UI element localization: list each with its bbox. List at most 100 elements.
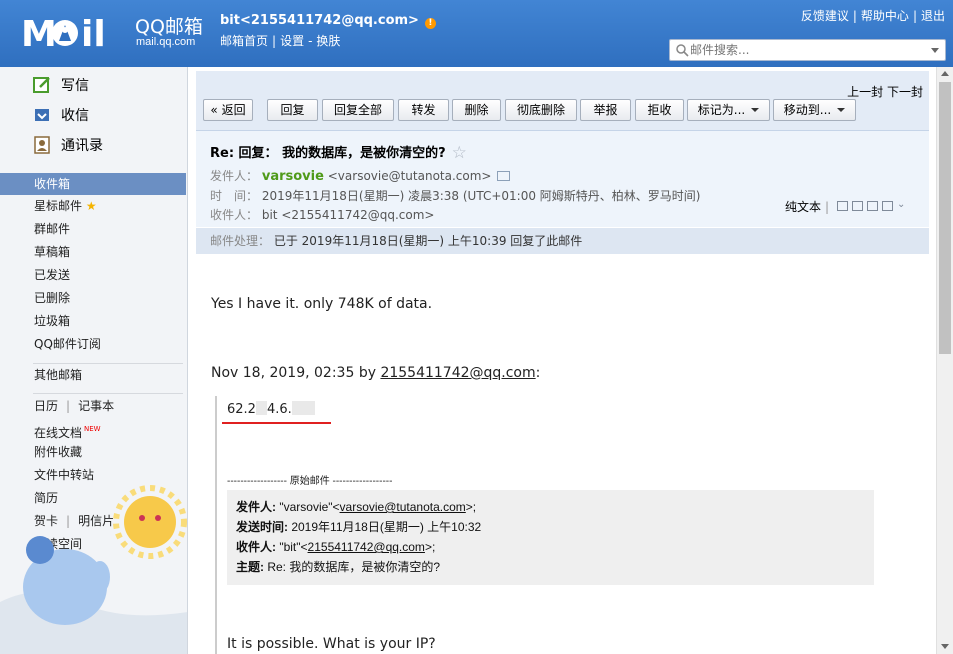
settings-link[interactable]: 设置 (280, 34, 304, 48)
search-input[interactable] (690, 42, 920, 58)
process-label: 邮件处理： (210, 234, 271, 248)
orig-from-label: 发件人: (236, 500, 276, 514)
redaction-mark (291, 401, 315, 415)
orig-to-pre: "bit"< (276, 540, 308, 554)
save-icon[interactable] (867, 201, 878, 211)
feedback-link[interactable]: 反馈建议 (801, 9, 849, 23)
folder-spam[interactable]: 垃圾箱 (34, 312, 70, 330)
ip-address: 62.2 4.6. (227, 401, 315, 417)
orig-subject-value: Re: 我的数据库，是被你清空的? (264, 560, 441, 574)
to-value[interactable]: bit <2155411742@qq.com> (262, 208, 435, 222)
new-window-icon[interactable] (837, 201, 848, 211)
ip-part-2: 4.6. (266, 402, 292, 417)
body-line-3: It is possible. What is your IP? (227, 636, 436, 652)
folder-group[interactable]: 群邮件 (34, 220, 70, 238)
mail-toolbar: 上一封 下一封 « 返回 回复 回复全部 转发 删除 彻底删除 举报 拒收 标记… (196, 71, 929, 130)
body-line-2: Nov 18, 2019, 02:35 by 2155411742@qq.com… (211, 365, 540, 381)
dropdown-arrow-icon (837, 108, 846, 112)
folder-inbox[interactable]: 收件箱 (0, 173, 186, 195)
reply-email-link[interactable]: 2155411742@qq.com (380, 365, 535, 381)
contacts-button[interactable]: 通讯录 (33, 134, 103, 156)
folder-deleted[interactable]: 已删除 (34, 289, 70, 307)
folder-drafts[interactable]: 草稿箱 (34, 243, 70, 261)
compose-button[interactable]: 写信 (33, 74, 89, 96)
folder-starred-label: 星标邮件 (34, 199, 83, 213)
mark-as-label: 标记为... (697, 103, 746, 117)
report-button[interactable]: 举报 (580, 99, 631, 121)
from-label: 发件人： (210, 169, 259, 183)
to-label: 收件人： (210, 208, 259, 222)
scrollbar[interactable] (936, 67, 953, 654)
mail-actions: ⌄ (837, 200, 909, 211)
docs-link[interactable]: 在线文档 NEW (34, 420, 101, 440)
reply-button[interactable]: 回复 (267, 99, 318, 121)
user-address[interactable]: bit<2155411742@qq.com> (220, 13, 419, 28)
attachments-link[interactable]: 附件收藏 (34, 443, 82, 461)
home-link[interactable]: 邮箱首页 (220, 34, 268, 48)
orig-from-post: >; (465, 500, 477, 514)
sender-name[interactable]: varsovie (262, 169, 324, 184)
search-box[interactable] (669, 39, 946, 61)
logout-link[interactable]: 退出 (921, 9, 945, 23)
scroll-down-icon[interactable] (941, 644, 949, 649)
plaintext-toggle[interactable]: 纯文本 | (785, 198, 829, 215)
forward-button[interactable]: 转发 (398, 99, 449, 121)
plaintext-label: 纯文本 (785, 200, 822, 214)
next-mail-link[interactable]: 下一封 (887, 85, 923, 99)
orig-from-link[interactable]: varsovie@tutanota.com (340, 500, 466, 514)
compose-label: 写信 (61, 78, 89, 94)
calendar-link[interactable]: 日历 (34, 399, 58, 413)
prev-mail-link[interactable]: 上一封 (847, 85, 883, 99)
star-toggle-icon[interactable]: ☆ (452, 143, 467, 163)
notes-link[interactable]: 记事本 (78, 399, 114, 413)
quote-bar (215, 396, 217, 654)
move-to-dropdown[interactable]: 移动到... (773, 99, 856, 121)
scroll-thumb[interactable] (939, 82, 951, 354)
svg-text:M: M (21, 14, 57, 51)
contact-card-icon[interactable] (497, 171, 511, 181)
user-account: bit<2155411742@qq.com>! (220, 13, 436, 29)
mail-header: Re: 回复： 我的数据库，是被你清空的? ☆ 发件人： varsovie <va… (196, 130, 929, 227)
logo-url: mail.qq.com (136, 36, 196, 48)
original-mail-box: 发件人: "varsovie"<varsovie@tutanota.com>; … (227, 490, 874, 585)
skin-link[interactable]: 换肤 (316, 34, 340, 48)
reject-button[interactable]: 拒收 (635, 99, 684, 121)
sender-address[interactable]: <varsovie@tutanota.com> (328, 169, 492, 183)
body-line-1: Yes I have it. only 748K of data. (211, 296, 433, 312)
reply-all-button[interactable]: 回复全部 (322, 99, 394, 121)
mark-as-dropdown[interactable]: 标记为... (687, 99, 770, 121)
inbox-icon (35, 109, 49, 121)
redaction-mark (255, 401, 267, 415)
folder-other[interactable]: 其他邮箱 (34, 366, 82, 384)
warning-icon[interactable]: ! (424, 18, 436, 29)
orig-time-label: 发送时间: (236, 520, 288, 534)
receive-button[interactable]: 收信 (33, 104, 89, 126)
new-badge: NEW (84, 425, 101, 433)
move-to-label: 移动到... (783, 103, 832, 117)
time-label: 时 间： (210, 189, 259, 203)
folder-sent[interactable]: 已发送 (34, 266, 70, 284)
back-button[interactable]: « 返回 (203, 99, 253, 121)
to-row: 收件人： bit <2155411742@qq.com> (210, 206, 434, 223)
svg-text:il: il (81, 14, 106, 51)
mail-subject: Re: 回复： 我的数据库，是被你清空的? ☆ (210, 142, 467, 163)
orig-to-link[interactable]: 2155411742@qq.com (308, 540, 425, 554)
star-icon: ★ (85, 199, 97, 213)
fullscreen-icon[interactable] (852, 201, 863, 211)
ip-part-1: 62.2 (227, 402, 256, 417)
chevron-down-icon[interactable]: ⌄ (897, 200, 909, 211)
help-link[interactable]: 帮助中心 (861, 9, 909, 23)
dropdown-arrow-icon (751, 108, 760, 112)
qq-mail-logo[interactable]: M il (21, 13, 134, 51)
top-right-links: 反馈建议 | 帮助中心 | 退出 (800, 9, 945, 23)
orig-to-row: 收件人: "bit"<2155411742@qq.com>; (236, 537, 865, 557)
scroll-up-icon[interactable] (941, 71, 949, 76)
search-dropdown-icon[interactable] (931, 48, 939, 53)
folder-starred[interactable]: 星标邮件 ★ (34, 197, 97, 215)
orig-time-value: 2019年11月18日(星期一) 上午10:32 (288, 520, 482, 534)
folder-subscriptions[interactable]: QQ邮件订阅 (34, 335, 101, 353)
receive-label: 收信 (61, 108, 89, 124)
print-icon[interactable] (882, 201, 893, 211)
delete-button[interactable]: 删除 (452, 99, 501, 121)
delete-permanently-button[interactable]: 彻底删除 (505, 99, 577, 121)
